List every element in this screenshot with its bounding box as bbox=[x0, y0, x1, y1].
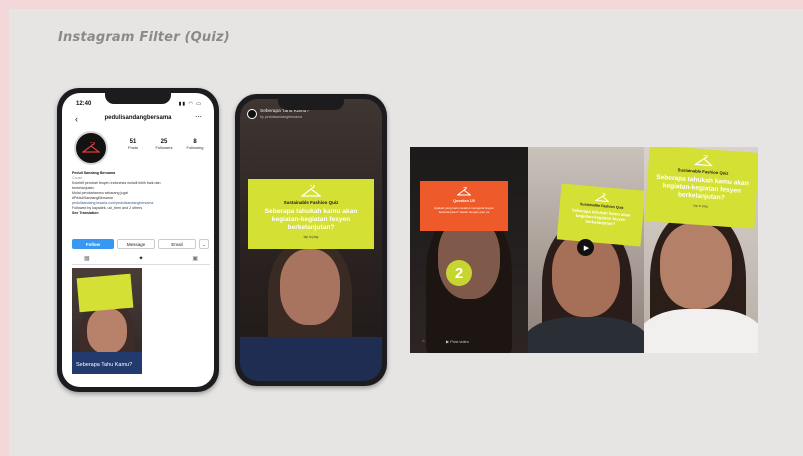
status-icons: ▮▮ ◠ ▭ bbox=[178, 101, 202, 107]
profile-stats: 51 Posts 25 Followers 8 Following bbox=[118, 139, 210, 150]
follow-button[interactable]: Follow bbox=[72, 239, 114, 249]
post-video-label[interactable]: ▶ Post video bbox=[446, 339, 469, 344]
email-button[interactable]: Email bbox=[158, 239, 196, 249]
quiz-card-title: Sustainable Fashion Quiz bbox=[283, 200, 339, 205]
photo-shirt bbox=[644, 309, 758, 353]
story-panel-question: Question 1/5 Apakah yang kamu ketahui me… bbox=[410, 147, 528, 353]
play-icon[interactable]: ▶ bbox=[577, 239, 594, 256]
stat-posts[interactable]: 51 Posts bbox=[118, 139, 148, 150]
effect-thumbnail[interactable]: Seberapa Tahu Kamu? bbox=[72, 268, 142, 374]
story-avatar[interactable] bbox=[247, 109, 257, 119]
quiz-card: Sustainable Fashion Quiz Seberapa tahuka… bbox=[556, 183, 644, 247]
quiz-card: Sustainable Fashion Quiz Seberapa tahuka… bbox=[248, 179, 374, 249]
photo-face bbox=[87, 308, 127, 354]
quiz-card-small: tap to play bbox=[303, 235, 319, 239]
phone-notch bbox=[278, 99, 344, 110]
quiz-card-question: Seberapa tahukah kamu akan kegiatan-kegi… bbox=[264, 208, 358, 231]
profile-bio: Peduli Sandang Bersama Cause Kolektif pe… bbox=[72, 171, 207, 216]
question-card-title: Question 1/5 bbox=[453, 199, 475, 203]
story-panel-result: Sustainable Fashion Quiz Seberapa tahuka… bbox=[644, 147, 758, 353]
quiz-card-question: Seberapa tahukah kamu akan kegiatan-kegi… bbox=[655, 173, 749, 202]
effects-tab-icon[interactable]: ✦ bbox=[138, 255, 143, 264]
stat-following[interactable]: 8 Following bbox=[180, 139, 210, 150]
hanger-icon bbox=[301, 185, 321, 197]
photo-face bbox=[280, 249, 340, 325]
answer-badge[interactable]: 2 bbox=[446, 260, 472, 286]
stat-followers[interactable]: 25 Followers bbox=[149, 139, 179, 150]
question-card-desc: Apakah yang kamu ketahui mengenai fesyen… bbox=[434, 206, 494, 214]
thumbnail-caption: Seberapa Tahu Kamu? bbox=[76, 362, 133, 368]
tagged-tab-icon[interactable]: ▣ bbox=[192, 255, 198, 264]
profile-screen: 12:40 ▮▮ ◠ ▭ ‹ pedulisandangbersama ⋯ 51… bbox=[62, 93, 214, 387]
phone-profile: 12:40 ▮▮ ◠ ▭ ‹ pedulisandangbersama ⋯ 51… bbox=[57, 88, 219, 392]
more-options-icon[interactable]: ⋯ bbox=[195, 113, 202, 121]
avatar[interactable] bbox=[74, 131, 108, 165]
profile-actions: Follow Message Email ⌄ bbox=[72, 239, 210, 249]
quiz-card: Sustainable Fashion Quiz Seberapa tahuka… bbox=[644, 147, 758, 229]
grid-tab-icon[interactable]: ▦ bbox=[84, 255, 90, 264]
hanger-icon bbox=[82, 142, 100, 153]
hanger-icon bbox=[694, 154, 714, 167]
photo-shirt bbox=[240, 337, 382, 381]
profile-tabs: ▦ ✦ ▣ bbox=[72, 255, 210, 265]
message-button[interactable]: Message bbox=[117, 239, 155, 249]
photo-shirt bbox=[528, 317, 644, 353]
slide-title: Instagram Filter (Quiz) bbox=[58, 30, 230, 45]
profile-username: pedulisandangbersama bbox=[104, 115, 172, 121]
phone-notch bbox=[105, 93, 171, 104]
story-subheader: by pedulisandangbersama bbox=[260, 115, 303, 119]
hanger-icon bbox=[595, 192, 610, 203]
hanger-icon bbox=[457, 187, 471, 196]
question-card: Question 1/5 Apakah yang kamu ketahui me… bbox=[420, 181, 508, 231]
phone-story: Seberapa Tahu Kamu? by pedulisandangbers… bbox=[235, 94, 387, 386]
story-screen: Seberapa Tahu Kamu? by pedulisandangbers… bbox=[240, 99, 382, 381]
dropdown-button[interactable]: ⌄ bbox=[199, 239, 209, 249]
home-icon[interactable]: ⌂ bbox=[422, 338, 424, 343]
see-translation-link[interactable]: See Translation bbox=[72, 211, 207, 216]
quiz-card-thumbnail bbox=[76, 273, 134, 313]
photo-face bbox=[660, 223, 732, 309]
status-time: 12:40 bbox=[76, 101, 92, 107]
